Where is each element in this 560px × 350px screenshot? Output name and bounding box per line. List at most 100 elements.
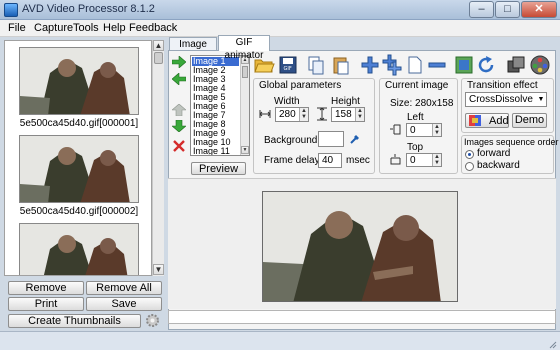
tab-gif-animator[interactable]: GIF animator xyxy=(218,35,270,61)
window-title: AVD Video Processor 8.1.2 xyxy=(22,3,155,15)
svg-text:GIF: GIF xyxy=(284,66,292,72)
print-button[interactable]: Print xyxy=(8,297,84,311)
transition-effect-select[interactable]: CrossDissolve ▼ xyxy=(465,92,547,107)
thumbnail-label: 5e500ca45d40.gif[000001] xyxy=(19,118,139,129)
frame-delay-unit: msec xyxy=(346,155,370,166)
transition-palette-icon xyxy=(469,115,481,126)
add-transition-button[interactable]: Add xyxy=(465,113,509,128)
arrow-left-icon[interactable] xyxy=(171,72,187,86)
scroll-up-icon[interactable]: ▲ xyxy=(153,40,164,51)
add-transition-label: Add xyxy=(489,115,509,127)
left-value: 0 xyxy=(410,125,416,136)
frame-delay-label: Frame delay: xyxy=(264,155,323,166)
current-image-title: Current image xyxy=(385,80,449,91)
width-input[interactable]: 280 ▲ ▼ xyxy=(275,107,309,122)
menu-tools[interactable]: Tools xyxy=(73,22,99,34)
scroll-down-icon[interactable]: ▼ xyxy=(241,146,249,154)
create-thumbnails-button[interactable]: Create Thumbnails xyxy=(8,314,141,328)
arrow-down-icon[interactable] xyxy=(171,119,187,133)
frame-delay-input[interactable]: 40 xyxy=(318,153,342,168)
thumbnail-scrollbar[interactable]: ▲ ▼ xyxy=(152,40,164,276)
spin-down-icon[interactable]: ▼ xyxy=(299,114,308,121)
menu-feedback[interactable]: Feedback xyxy=(129,22,177,34)
paste-icon[interactable] xyxy=(330,54,352,76)
preview-image xyxy=(262,191,458,302)
remove-all-button[interactable]: Remove All xyxy=(86,281,162,295)
left-input[interactable]: 0 ▲ ▼ xyxy=(406,123,442,137)
thumbnail-label: 5e500ca45d40.gif[000002] xyxy=(19,206,139,217)
close-button[interactable]: ✕ xyxy=(521,1,557,18)
spin-down-icon[interactable]: ▼ xyxy=(355,114,364,121)
background-color-swatch[interactable] xyxy=(318,131,344,147)
frame-picture-icon xyxy=(20,48,138,114)
thumbnail-image-2[interactable] xyxy=(19,135,139,203)
top-input[interactable]: 0 ▲ ▼ xyxy=(406,153,442,167)
thumbnail-list[interactable]: 5e500ca45d40.gif[000001] 5e500ca45d40.gi… xyxy=(4,40,152,276)
preview-button[interactable]: Preview xyxy=(191,162,246,175)
global-parameters-title: Global parameters xyxy=(259,80,342,91)
top-value: 0 xyxy=(410,155,416,166)
scroll-down-icon[interactable]: ▼ xyxy=(153,264,164,275)
copy-icon[interactable] xyxy=(305,54,327,76)
horizontal-scrollbar[interactable] xyxy=(168,310,556,324)
width-value: 280 xyxy=(279,109,296,120)
forward-radio[interactable] xyxy=(465,150,474,159)
chevron-down-icon[interactable]: ▼ xyxy=(535,93,547,106)
resize-grip-icon[interactable] xyxy=(549,340,557,349)
thumbnail-image-1[interactable] xyxy=(19,47,139,115)
delete-x-icon[interactable] xyxy=(173,140,185,152)
background-label: Background: xyxy=(264,135,321,146)
list-item[interactable]: Image 11 xyxy=(192,147,239,156)
new-page-icon[interactable] xyxy=(404,54,426,76)
add-multiple-icon[interactable] xyxy=(381,54,403,76)
spin-down-icon[interactable]: ▼ xyxy=(432,130,441,136)
fit-image-icon[interactable] xyxy=(453,54,475,76)
frame-picture-icon xyxy=(20,136,138,202)
left-offset-icon xyxy=(390,124,401,135)
rotate-icon[interactable] xyxy=(475,54,497,76)
remove-button[interactable]: Remove xyxy=(8,281,84,295)
app-icon xyxy=(4,3,18,17)
add-icon[interactable] xyxy=(359,54,381,76)
image-list-scrollbar[interactable]: ▲ ▼ xyxy=(240,56,249,155)
maximize-button[interactable]: □ xyxy=(495,1,520,18)
image-size-text: Size: 280x158 xyxy=(390,98,454,109)
backward-radio[interactable] xyxy=(465,162,474,171)
tab-image-editor[interactable]: Image Editor xyxy=(169,37,217,63)
demo-button[interactable]: Demo xyxy=(512,113,547,128)
scroll-thumb[interactable] xyxy=(242,66,248,78)
save-button[interactable]: Save xyxy=(86,297,162,311)
menu-file[interactable]: File xyxy=(8,22,26,34)
forward-label: forward xyxy=(477,148,511,159)
menu-help[interactable]: Help xyxy=(103,22,126,34)
save-gif-icon[interactable]: GIF xyxy=(277,54,299,76)
top-label: Top xyxy=(407,142,424,153)
eyedropper-icon[interactable] xyxy=(349,133,361,145)
settings-gear-icon[interactable] xyxy=(145,313,160,328)
effects-reel-icon[interactable] xyxy=(529,54,551,76)
height-label: Height xyxy=(331,96,360,107)
status-bar xyxy=(0,331,560,350)
scroll-thumb[interactable] xyxy=(154,52,163,64)
left-label: Left xyxy=(407,112,424,123)
top-offset-icon xyxy=(390,154,401,165)
layers-icon[interactable] xyxy=(505,54,527,76)
menu-capture[interactable]: Capture xyxy=(34,22,73,34)
width-label: Width xyxy=(274,96,300,107)
spin-down-icon[interactable]: ▼ xyxy=(432,160,441,166)
minimize-button[interactable]: – xyxy=(469,1,494,18)
frame-picture-icon xyxy=(20,224,138,275)
transition-effect-value: CrossDissolve xyxy=(469,94,533,105)
height-arrows-icon xyxy=(316,107,328,121)
transition-effect-title: Transition effect xyxy=(467,80,538,91)
remove-minus-icon[interactable] xyxy=(426,54,448,76)
width-arrows-icon xyxy=(259,108,271,120)
arrow-right-icon[interactable] xyxy=(171,55,187,69)
image-list[interactable]: Image 1 Image 2 Image 3 Image 4 Image 5 … xyxy=(190,55,250,156)
arrow-up-icon[interactable] xyxy=(171,103,187,117)
backward-label: backward xyxy=(477,160,520,171)
thumbnail-image-3[interactable] xyxy=(19,223,139,275)
height-input[interactable]: 158 ▲ ▼ xyxy=(331,107,365,122)
menu-bar: File Capture Tools Help Feedback xyxy=(0,20,560,37)
title-bar: AVD Video Processor 8.1.2 – □ ✕ xyxy=(0,0,560,20)
